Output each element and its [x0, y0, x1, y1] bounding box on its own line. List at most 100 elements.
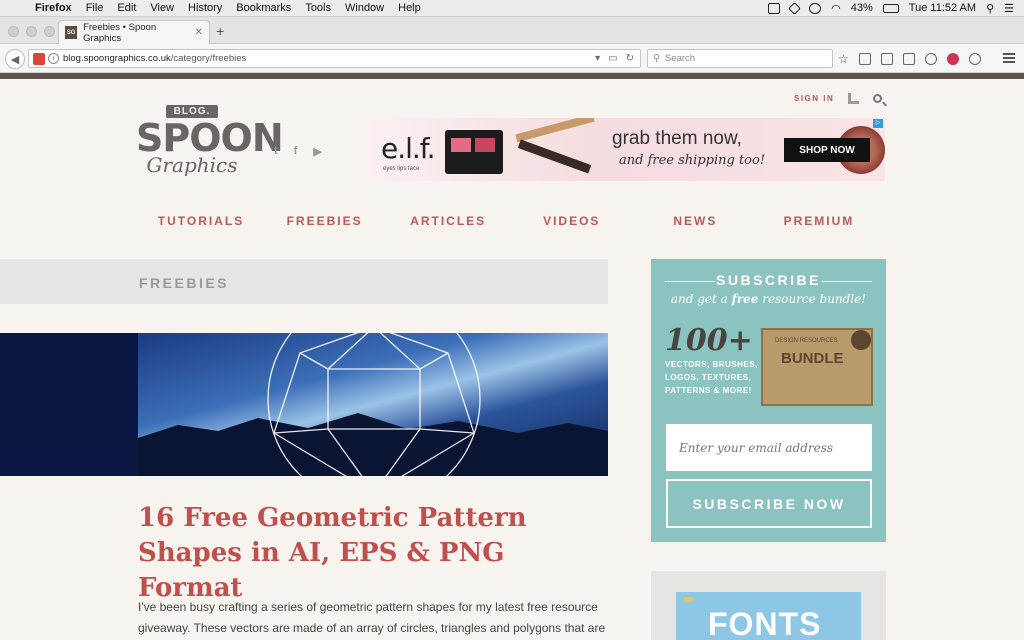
- extension-icon[interactable]: [968, 53, 981, 65]
- nav-tutorials[interactable]: TUTORIALS: [150, 214, 252, 228]
- adchoices-icon[interactable]: ▷: [873, 119, 883, 128]
- tab-strip: SG Freebies • Spoon Graphics ✕ +: [0, 17, 1024, 44]
- hamburger-menu-icon[interactable]: [1003, 53, 1015, 63]
- crate-sub-label: DESIGN RESOURCES: [775, 338, 838, 344]
- close-tab-icon[interactable]: ✕: [195, 27, 203, 38]
- sign-in-link[interactable]: SIGN IN: [794, 94, 834, 103]
- twitter-icon[interactable]: t: [274, 145, 278, 158]
- logo-spoon: SPOON: [136, 116, 284, 160]
- logo-graphics: Graphics: [146, 153, 238, 177]
- creative-cloud-icon[interactable]: [809, 2, 822, 14]
- navigation-toolbar: ◀ i blog.spoongraphics.co.uk /category/f…: [0, 44, 1024, 73]
- facebook-icon[interactable]: f: [294, 145, 298, 158]
- pinterest-icon[interactable]: [946, 53, 959, 65]
- search-bar[interactable]: ⚲ Search: [647, 49, 833, 68]
- url-host: blog.spoongraphics.co.uk: [63, 53, 171, 64]
- ad-subline: and free shipping too!: [619, 153, 766, 168]
- back-arrow-icon: ◀: [10, 53, 20, 66]
- info-icon[interactable]: i: [48, 53, 59, 64]
- web-page: SIGN IN BLOG. SPOON Graphics t f ▶ e.l.f…: [0, 79, 1024, 640]
- menu-help[interactable]: Help: [391, 2, 428, 14]
- home-icon[interactable]: [902, 53, 915, 65]
- menu-history[interactable]: History: [181, 2, 229, 14]
- search-placeholder: Search: [664, 53, 696, 64]
- menu-file[interactable]: File: [79, 2, 111, 14]
- crate-badge-icon: [851, 330, 871, 350]
- ad-brush-image: [515, 118, 595, 143]
- nav-videos[interactable]: VIDEOS: [521, 214, 623, 228]
- subscribe-now-button[interactable]: SUBSCRIBE NOW: [666, 479, 872, 528]
- geometric-shape-graphic: [138, 333, 608, 476]
- bookmarks-menu-icon[interactable]: [858, 53, 871, 65]
- url-path: /category/freebies: [170, 53, 247, 64]
- nav-freebies[interactable]: FREEBIES: [274, 214, 376, 228]
- main-navigation: TUTORIALS FREEBIES ARTICLES VIDEOS NEWS …: [150, 214, 870, 228]
- section-title: FREEBIES: [139, 275, 230, 291]
- subscribe-widget: SUBSCRIBE and get a free resource bundle…: [651, 259, 886, 542]
- ad-headline: grab them now,: [612, 128, 742, 149]
- ad-shop-now-button[interactable]: SHOP NOW: [784, 138, 870, 162]
- tab-title: Freebies • Spoon Graphics: [83, 21, 157, 44]
- close-window-button[interactable]: [8, 26, 19, 37]
- notification-center-icon[interactable]: ☰: [1004, 2, 1014, 15]
- post-title[interactable]: 16 Free Geometric Pattern Shapes in AI, …: [138, 501, 608, 606]
- wifi-icon[interactable]: ◠: [831, 2, 841, 15]
- spotlight-icon[interactable]: ⚲: [986, 2, 994, 15]
- fonts-promo-card[interactable]: FONTS: [651, 571, 886, 640]
- url-bar[interactable]: i blog.spoongraphics.co.uk /category/fre…: [28, 49, 641, 68]
- clock[interactable]: Tue 11:52 AM: [909, 2, 976, 14]
- menu-view[interactable]: View: [143, 2, 181, 14]
- menu-window[interactable]: Window: [338, 2, 391, 14]
- advertisement-banner[interactable]: e.l.f. eyes lips face grab them now, and…: [367, 118, 885, 181]
- ad-palette-image: [445, 130, 503, 174]
- zoom-window-button[interactable]: [44, 26, 55, 37]
- header-utilities: SIGN IN: [794, 93, 883, 104]
- menu-bookmarks[interactable]: Bookmarks: [229, 2, 298, 14]
- menu-firefox[interactable]: Firefox: [28, 2, 79, 14]
- bundle-crate-image: DESIGN RESOURCES BUNDLE: [761, 328, 873, 406]
- ad-brand-sub: eyes lips face: [383, 166, 420, 172]
- favicon-icon: SG: [65, 26, 78, 39]
- nav-news[interactable]: NEWS: [644, 214, 746, 228]
- post-excerpt: I've been busy crafting a series of geom…: [138, 600, 606, 635]
- bookmark-star-icon[interactable]: ☆: [838, 52, 849, 66]
- tagline-post: resource bundle!: [758, 292, 867, 306]
- minimize-window-button[interactable]: [26, 26, 37, 37]
- youtube-icon[interactable]: ▶: [313, 145, 321, 158]
- reload-icon[interactable]: ↻: [626, 53, 634, 64]
- dropdown-arrow-icon[interactable]: ▾: [595, 53, 600, 64]
- fonts-promo-image: FONTS: [676, 592, 861, 640]
- screenshot-icon[interactable]: [768, 2, 781, 14]
- tagline-pre: and get a: [670, 292, 732, 306]
- pocket-icon[interactable]: [880, 53, 893, 65]
- email-field[interactable]: [666, 424, 872, 471]
- menu-tools[interactable]: Tools: [298, 2, 338, 14]
- subscribe-count: 100+: [665, 323, 753, 358]
- reader-view-icon[interactable]: ▭: [608, 53, 617, 64]
- site-search-icon[interactable]: [873, 94, 883, 103]
- battery-icon[interactable]: [882, 3, 899, 13]
- fonts-promo-text: FONTS: [708, 606, 822, 640]
- search-icon: ⚲: [653, 53, 660, 64]
- nav-articles[interactable]: ARTICLES: [397, 214, 499, 228]
- tagline-free: free: [731, 292, 759, 306]
- promo-decoration: [684, 597, 694, 602]
- rss-icon[interactable]: [848, 93, 860, 104]
- site-identity-icon[interactable]: [33, 52, 45, 65]
- post-hero-image[interactable]: [0, 333, 608, 476]
- chat-icon[interactable]: [924, 53, 937, 65]
- ad-pencil-image: [517, 139, 592, 174]
- site-logo[interactable]: BLOG. SPOON Graphics: [136, 101, 284, 197]
- window-controls: [8, 26, 55, 37]
- dropbox-icon[interactable]: [788, 1, 802, 15]
- browser-tab[interactable]: SG Freebies • Spoon Graphics ✕: [58, 20, 210, 44]
- new-tab-icon[interactable]: +: [216, 23, 224, 39]
- back-button[interactable]: ◀: [5, 49, 25, 69]
- subscribe-tagline: and get a free resource bundle!: [651, 292, 886, 306]
- menu-edit[interactable]: Edit: [110, 2, 143, 14]
- hero-left-panel: [0, 333, 138, 476]
- battery-percent: 43%: [850, 2, 873, 14]
- nav-premium[interactable]: PREMIUM: [768, 214, 870, 228]
- social-links: t f ▶: [274, 145, 322, 158]
- crate-label: BUNDLE: [781, 350, 844, 367]
